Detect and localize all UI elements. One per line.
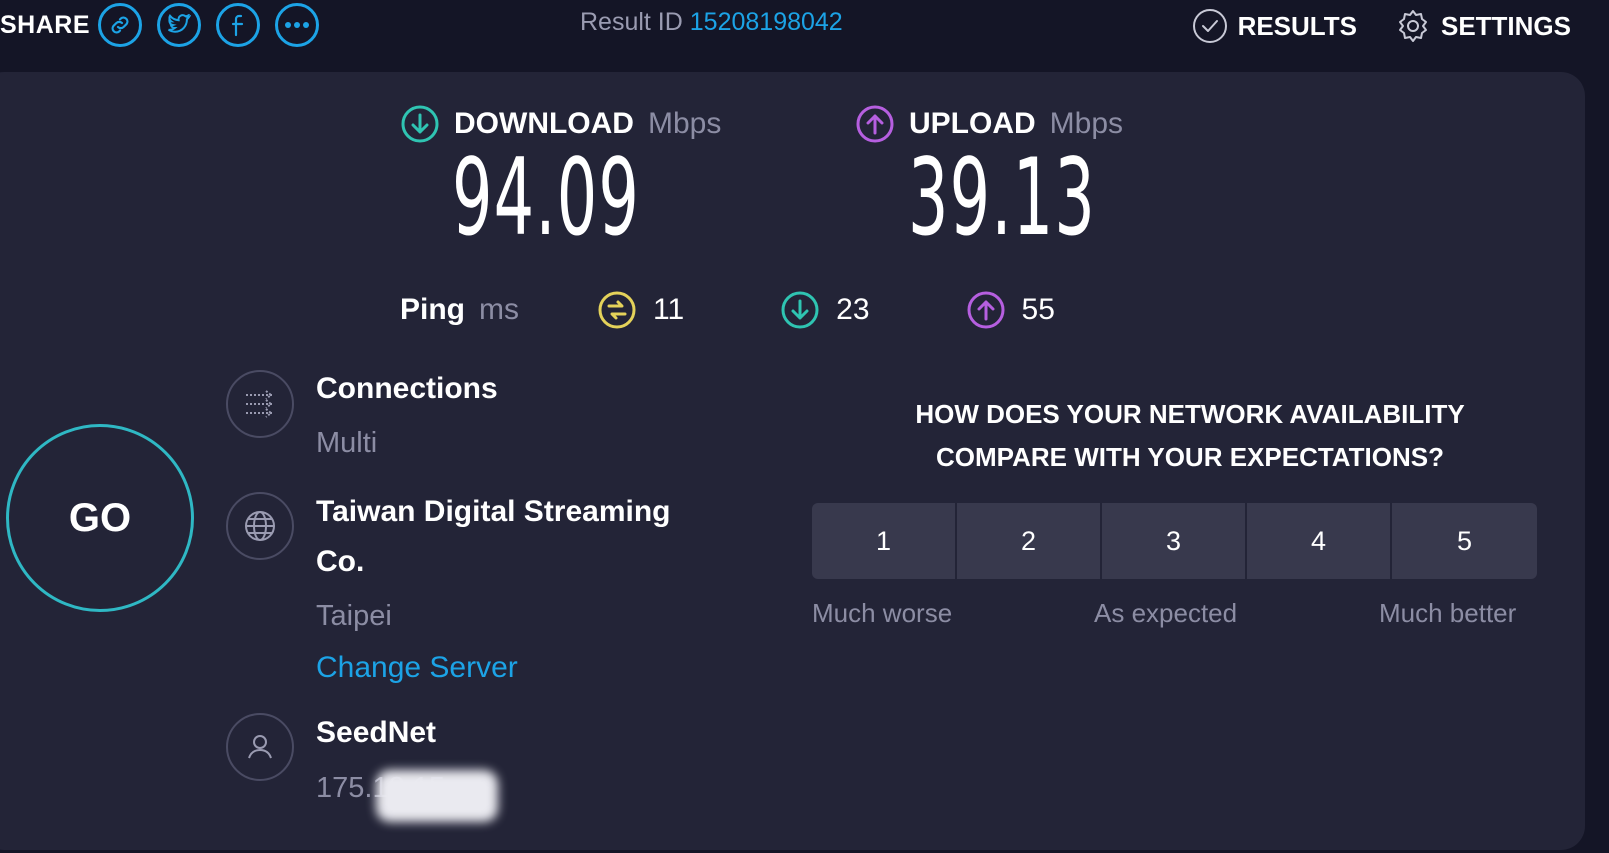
rating-option-1[interactable]: 1 [812, 503, 957, 579]
ping-idle: 11 [597, 290, 684, 330]
result-id: Result ID 15208198042 [580, 8, 843, 37]
ping-idle-value: 11 [653, 293, 685, 326]
ping-label: Ping [400, 293, 465, 326]
results-button[interactable]: RESULTS [1192, 8, 1357, 44]
rating-scale: 1 2 3 4 5 [812, 503, 1537, 579]
share-bar: SHARE [0, 0, 334, 50]
go-button[interactable]: GO [6, 424, 194, 612]
ping-upload-icon [967, 291, 1005, 329]
ping-download-icon [781, 291, 819, 329]
more-icon[interactable] [275, 3, 320, 47]
survey-question-line2: COMPARE WITH YOUR EXPECTATIONS? [936, 442, 1444, 472]
ip-redaction [376, 770, 498, 822]
user-icon [226, 713, 294, 781]
ping-download: 23 [780, 290, 870, 330]
rating-option-4[interactable]: 4 [1247, 503, 1392, 579]
settings-button[interactable]: SETTINGS [1395, 8, 1571, 44]
ping-upload: 55 [966, 290, 1055, 330]
upload-arrow-icon [856, 105, 894, 143]
rating-mid-label: As expected [1094, 598, 1238, 628]
rating-low-label: Much worse [812, 598, 953, 628]
provider-name: SeedNet [316, 716, 437, 749]
connections-icon [226, 370, 294, 438]
top-bar: SHARE Result ID 15208198042 RESULTS SETT… [0, 0, 1609, 72]
ping-idle-icon [598, 291, 636, 329]
result-id-label: Result ID [580, 8, 683, 36]
rating-option-3[interactable]: 3 [1102, 503, 1247, 579]
download-value: 94.09 [452, 136, 641, 259]
change-server-link[interactable]: Change Server [316, 651, 518, 685]
rating-high-label: Much better [1379, 598, 1517, 628]
settings-label: SETTINGS [1440, 10, 1571, 41]
survey-question-line1: HOW DOES YOUR NETWORK AVAILABILITY [915, 399, 1465, 429]
gear-icon [1398, 10, 1427, 42]
check-circle-icon [1192, 9, 1227, 43]
top-nav: RESULTS SETTINGS [1192, 8, 1571, 44]
ping-upload-value: 55 [1021, 293, 1055, 326]
facebook-icon[interactable] [216, 3, 261, 47]
rating-option-5[interactable]: 5 [1392, 503, 1537, 579]
share-label: SHARE [0, 10, 91, 39]
globe-icon [226, 492, 294, 560]
upload-value: 39.13 [908, 136, 1097, 259]
server-location: Taipei [316, 600, 392, 632]
server-name-line1: Taiwan Digital Streaming [316, 495, 671, 528]
results-label: RESULTS [1237, 10, 1357, 41]
twitter-icon[interactable] [157, 3, 202, 47]
download-unit: Mbps [647, 107, 722, 140]
ping-download-value: 23 [836, 293, 870, 326]
rating-option-2[interactable]: 2 [957, 503, 1102, 579]
survey-question: HOW DOES YOUR NETWORK AVAILABILITY COMPA… [810, 393, 1570, 479]
result-id-link[interactable]: 15208198042 [690, 8, 843, 36]
ping-row: Ping ms 11 23 55 [400, 290, 1055, 330]
connections-title: Connections [316, 372, 498, 405]
server-name-line2: Co. [316, 545, 365, 578]
download-arrow-icon [401, 105, 439, 143]
connections-value: Multi [316, 427, 378, 459]
link-icon[interactable] [98, 3, 143, 47]
ping-unit: ms [479, 293, 519, 326]
